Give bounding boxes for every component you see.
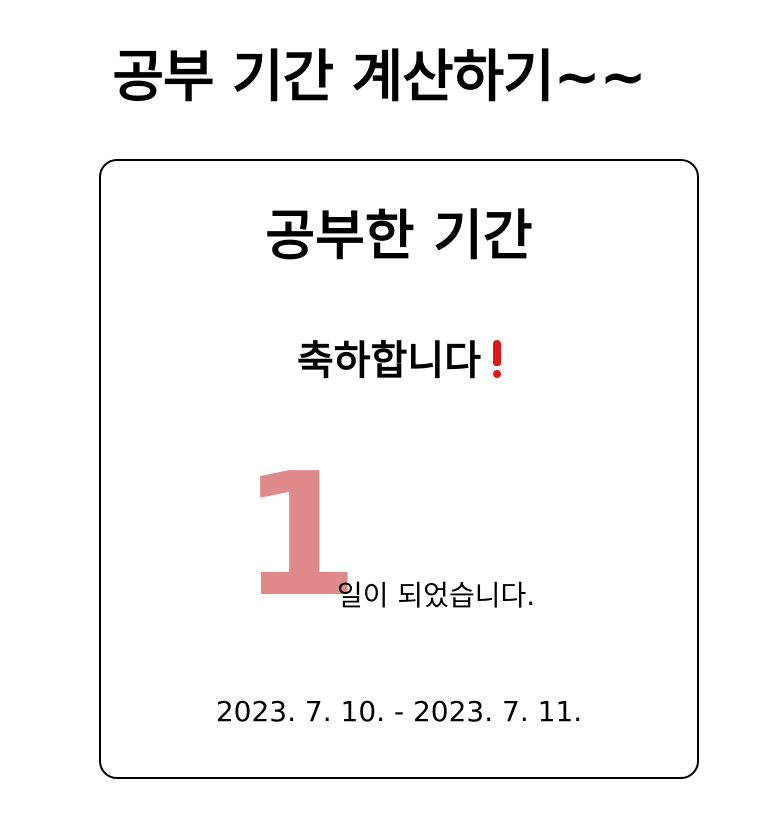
days-result: 1 일이 되었습니다. xyxy=(101,437,697,635)
result-card: 공부한 기간 축하합니다 1 일이 되었습니다. 2023. 7. 10. - … xyxy=(99,159,699,779)
page-title: 공부 기간 계산하기~~ xyxy=(112,45,647,110)
days-count: 1 xyxy=(241,437,360,635)
date-range: 2023. 7. 10. - 2023. 7. 11. xyxy=(215,695,583,728)
days-suffix: 일이 되었습니다. xyxy=(337,579,536,612)
exclamation-icon xyxy=(493,340,501,378)
card-title: 공부한 기간 xyxy=(265,204,533,267)
congrats-text: 축하합니다 xyxy=(297,338,481,384)
congrats-message: 축하합니다 xyxy=(101,336,697,386)
